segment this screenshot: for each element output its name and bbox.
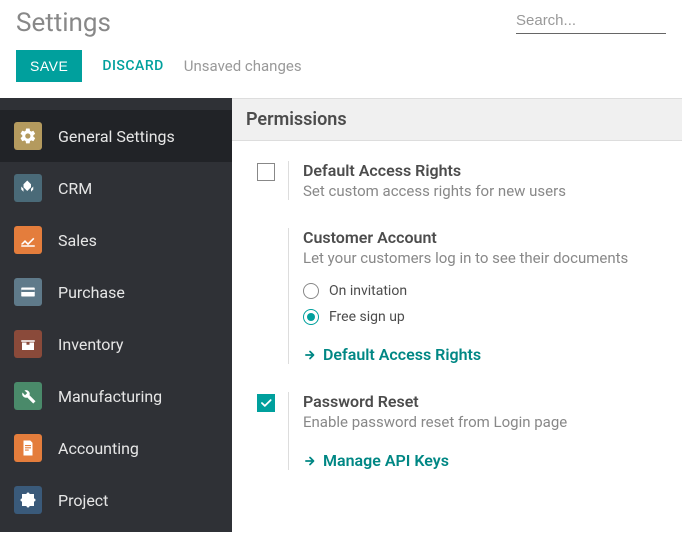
link-label: Manage API Keys <box>323 451 449 470</box>
arrow-right-icon <box>303 454 317 468</box>
sidebar-item-label: General Settings <box>58 127 175 146</box>
radio-icon <box>303 309 319 325</box>
search-input[interactable] <box>516 8 666 34</box>
sidebar-item-label: Manufacturing <box>58 387 162 406</box>
discard-button[interactable]: DISCARD <box>102 58 163 74</box>
chart-icon <box>14 226 42 254</box>
sidebar-item-label: Inventory <box>58 335 124 354</box>
page-title: Settings <box>16 8 111 38</box>
gear-icon <box>14 122 42 150</box>
sidebar-item-label: Accounting <box>58 439 139 458</box>
arrow-right-icon <box>303 348 317 362</box>
setting-title: Default Access Rights <box>303 161 670 180</box>
radio-on-invitation[interactable]: On invitation <box>303 283 670 299</box>
card-icon <box>14 278 42 306</box>
sidebar-item-general-settings[interactable]: General Settings <box>0 110 232 162</box>
setting-desc: Enable password reset from Login page <box>303 413 670 431</box>
sidebar-item-project[interactable]: Project <box>0 474 232 526</box>
radio-label: Free sign up <box>329 309 405 325</box>
setting-title: Password Reset <box>303 392 670 411</box>
sidebar-item-inventory[interactable]: Inventory <box>0 318 232 370</box>
document-icon <box>14 434 42 462</box>
save-button[interactable]: SAVE <box>16 50 82 82</box>
sidebar-item-label: Purchase <box>58 283 125 302</box>
radio-icon <box>303 283 319 299</box>
sidebar-item-accounting[interactable]: Accounting <box>0 422 232 474</box>
check-icon <box>259 396 273 410</box>
link-default-access-rights[interactable]: Default Access Rights <box>303 345 670 364</box>
sidebar-item-label: Project <box>58 491 108 510</box>
sidebar-item-manufacturing[interactable]: Manufacturing <box>0 370 232 422</box>
handshake-icon <box>14 174 42 202</box>
main-panel: Permissions Default Access Rights Set cu… <box>232 98 682 532</box>
checkbox-password-reset[interactable] <box>257 394 275 412</box>
box-icon <box>14 330 42 358</box>
radio-free-sign-up[interactable]: Free sign up <box>303 309 670 325</box>
puzzle-icon <box>14 486 42 514</box>
link-manage-api-keys[interactable]: Manage API Keys <box>303 451 670 470</box>
unsaved-status: Unsaved changes <box>184 57 302 75</box>
sidebar-item-crm[interactable]: CRM <box>0 162 232 214</box>
radio-label: On invitation <box>329 283 407 299</box>
checkbox-default-access-rights[interactable] <box>257 163 275 181</box>
sidebar: General Settings CRM Sales Purchase Inve <box>0 98 232 532</box>
wrench-icon <box>14 382 42 410</box>
sidebar-item-label: CRM <box>58 179 92 198</box>
sidebar-item-purchase[interactable]: Purchase <box>0 266 232 318</box>
setting-title: Customer Account <box>303 228 670 247</box>
sidebar-item-sales[interactable]: Sales <box>0 214 232 266</box>
setting-desc: Let your customers log in to see their d… <box>303 249 670 267</box>
link-label: Default Access Rights <box>323 345 481 364</box>
setting-desc: Set custom access rights for new users <box>303 182 670 200</box>
section-title-permissions: Permissions <box>232 98 682 141</box>
sidebar-item-label: Sales <box>58 231 97 250</box>
